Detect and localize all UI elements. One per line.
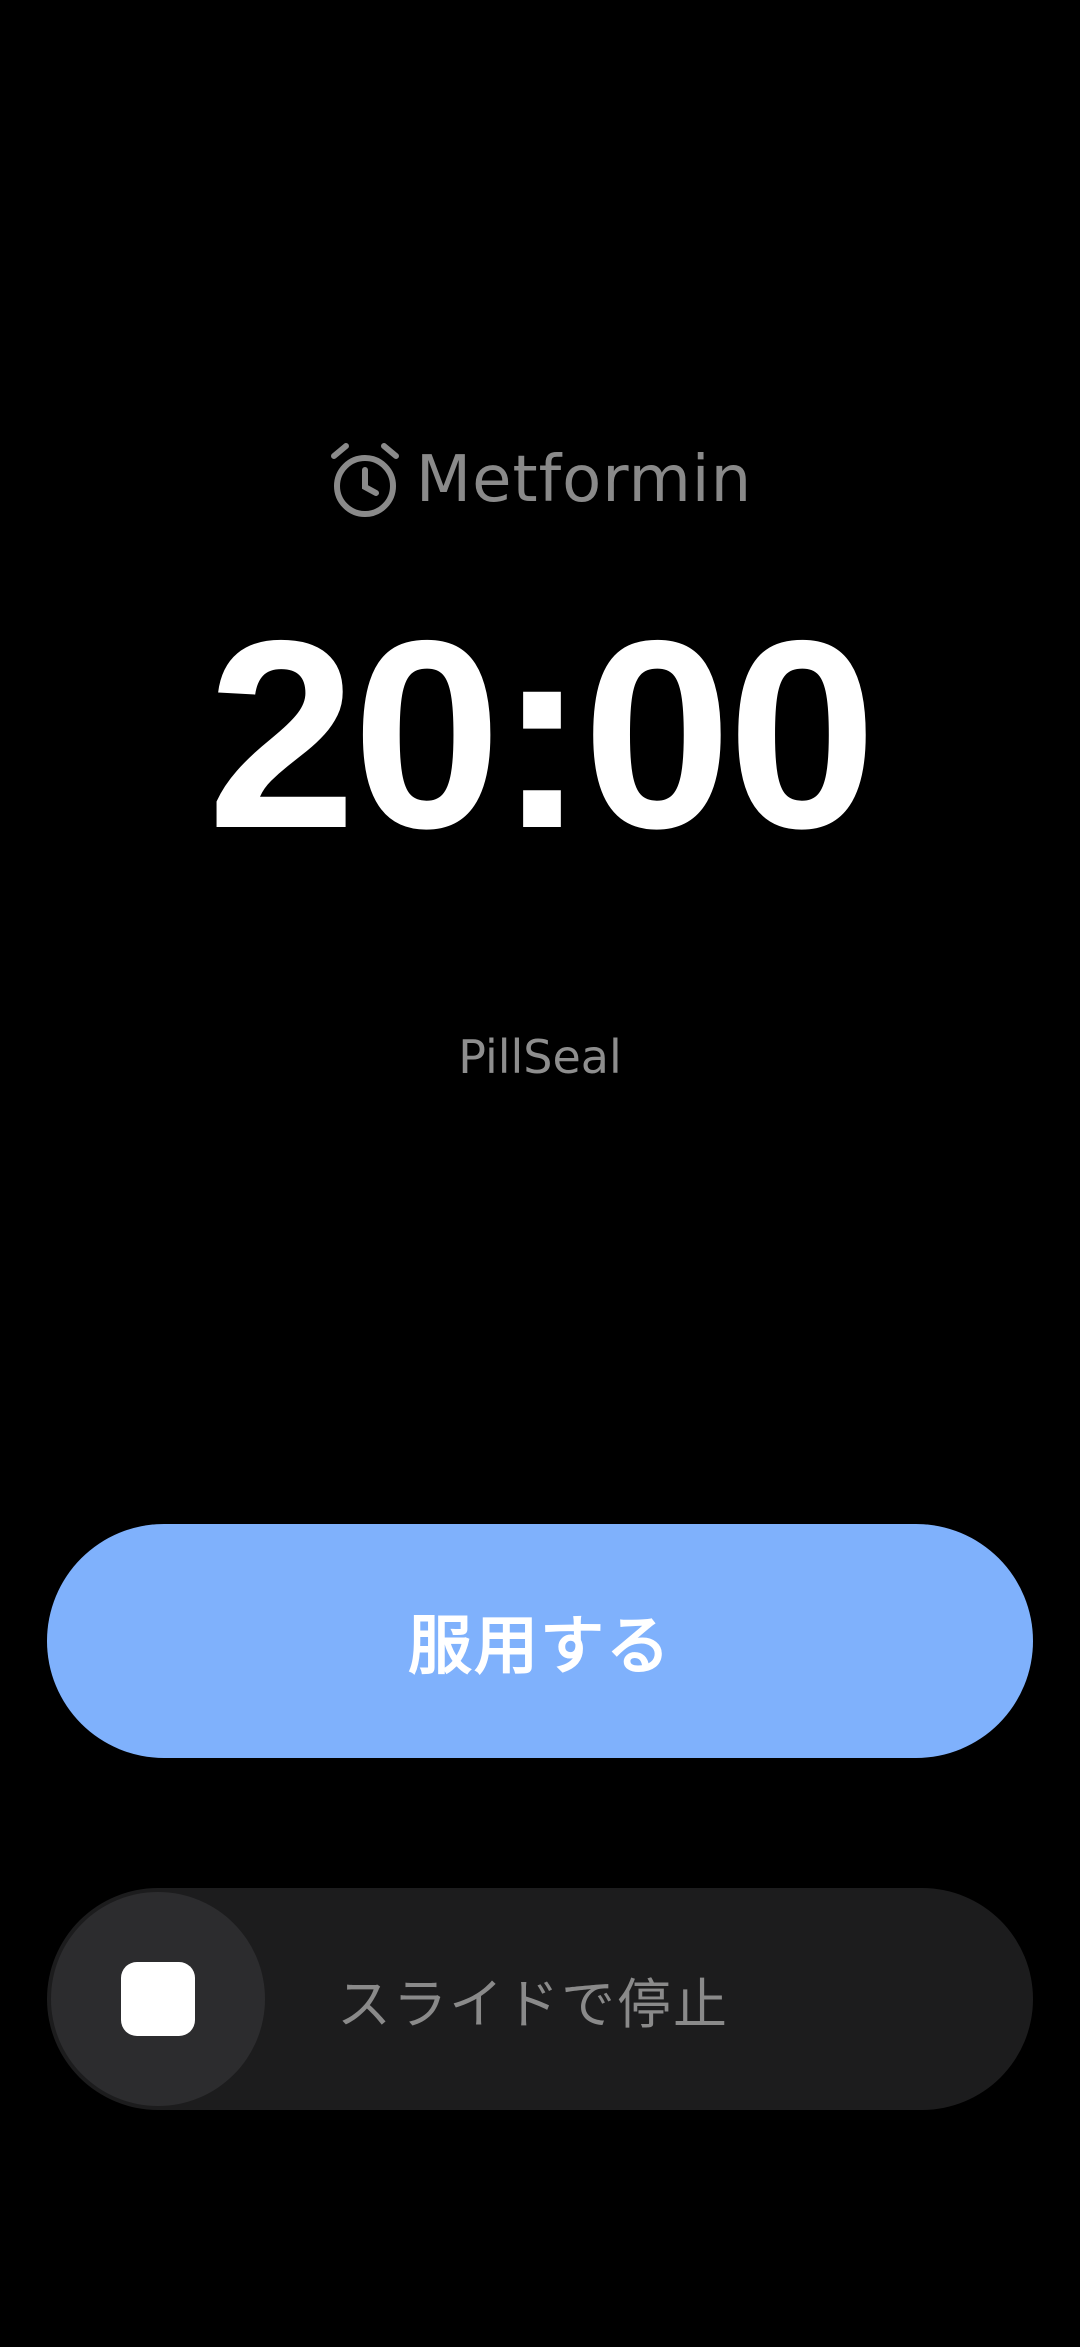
slide-to-stop-label: スライドで停止 bbox=[337, 1972, 729, 2036]
app-name: PillSeal bbox=[458, 1030, 622, 1084]
alarm-time: 20:00 bbox=[207, 584, 876, 884]
stop-square-icon bbox=[121, 1962, 195, 2036]
alarm-clock-icon bbox=[328, 440, 402, 520]
alarm-header: Metformin bbox=[0, 438, 1080, 522]
slide-to-stop-slider[interactable]: スライドで停止 bbox=[47, 1888, 1033, 2110]
slider-handle[interactable] bbox=[51, 1892, 265, 2106]
take-medication-button[interactable]: 服用する bbox=[47, 1524, 1033, 1758]
medication-name: Metformin bbox=[415, 443, 753, 517]
